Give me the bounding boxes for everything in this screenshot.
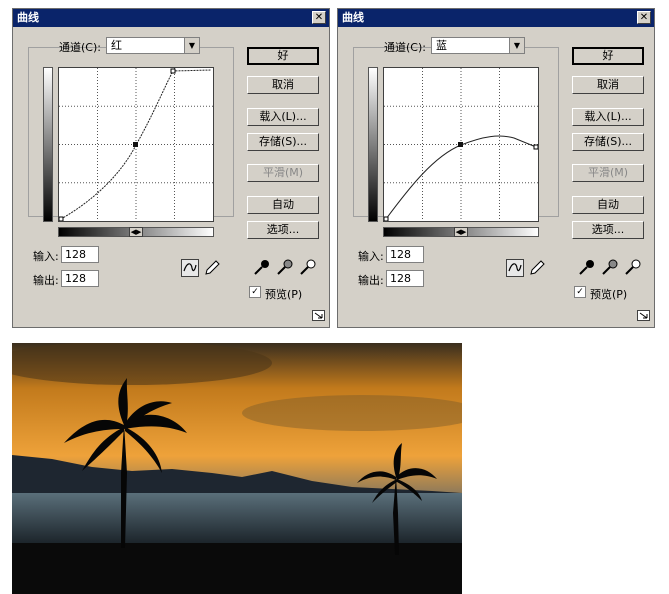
resize-icon[interactable]	[312, 310, 325, 321]
curves-dialog-blue: 曲线 ✕ 通道(C): 蓝 ▼ ◀▶ 输入: 128 输出: 128 好 取消 …	[337, 8, 655, 328]
preview-checkbox[interactable]: ✓	[249, 286, 261, 298]
curve-point[interactable]	[170, 68, 176, 74]
channel-label: 通道(C):	[59, 41, 101, 54]
dialog-title: 曲线	[342, 11, 364, 24]
output-gradient-bar	[43, 67, 53, 222]
curve-tool-glyph	[183, 263, 197, 272]
black-eyedropper-icon[interactable]	[253, 258, 271, 276]
save-button[interactable]: 存储(S)...	[247, 133, 319, 151]
curve-point[interactable]	[533, 144, 538, 150]
input-label: 输入:	[358, 250, 384, 263]
curve-tool-icon[interactable]	[181, 259, 199, 277]
resize-icon[interactable]	[637, 310, 650, 321]
close-icon[interactable]: ✕	[312, 11, 326, 24]
dialog-title-bar[interactable]: 曲线 ✕	[338, 9, 654, 27]
curve-point[interactable]	[458, 142, 463, 147]
preview-checkbox[interactable]: ✓	[574, 286, 586, 298]
curve-tool-glyph	[508, 263, 522, 272]
gray-eyedropper-icon[interactable]	[276, 258, 294, 276]
channel-select[interactable]: 蓝 ▼	[431, 37, 525, 54]
pencil-tool-icon[interactable]	[203, 259, 221, 277]
ok-button[interactable]: 好	[572, 47, 644, 65]
gray-eyedropper-icon[interactable]	[601, 258, 619, 276]
curves-dialog-red: 曲线 ✕ 通道(C): 红 ▼ ◀▶ 输入: 128 输出: 128 好 取消 …	[12, 8, 330, 328]
save-button[interactable]: 存储(S)...	[572, 133, 644, 151]
cancel-button[interactable]: 取消	[572, 76, 644, 94]
smooth-button[interactable]: 平滑(M)	[247, 164, 319, 182]
output-field[interactable]: 128	[61, 270, 99, 287]
dialog-title-bar[interactable]: 曲线 ✕	[13, 9, 329, 27]
pencil-tool-glyph	[205, 260, 220, 275]
pencil-tool-glyph	[530, 260, 545, 275]
white-eyedropper-icon[interactable]	[299, 258, 317, 276]
curve-point[interactable]	[384, 216, 389, 221]
auto-button[interactable]: 自动	[247, 196, 319, 214]
output-gradient-bar	[368, 67, 378, 222]
gradient-toggle-button[interactable]: ◀▶	[454, 227, 468, 237]
auto-button[interactable]: 自动	[572, 196, 644, 214]
curve-graph[interactable]	[383, 67, 539, 222]
dialog-title: 曲线	[17, 11, 39, 24]
options-button[interactable]: 选项...	[247, 221, 319, 239]
load-button[interactable]: 载入(L)...	[247, 108, 319, 126]
preview-label: 预览(P)	[590, 288, 628, 301]
black-eyedropper-icon[interactable]	[578, 258, 596, 276]
output-label: 输出:	[358, 274, 384, 287]
input-field[interactable]: 128	[386, 246, 424, 263]
input-field[interactable]: 128	[61, 246, 99, 263]
ok-button[interactable]: 好	[247, 47, 319, 65]
close-icon[interactable]: ✕	[637, 11, 651, 24]
preview-label: 预览(P)	[265, 288, 303, 301]
options-button[interactable]: 选项...	[572, 221, 644, 239]
input-label: 输入:	[33, 250, 59, 263]
chevron-down-icon[interactable]: ▼	[184, 38, 199, 53]
output-field[interactable]: 128	[386, 270, 424, 287]
white-eyedropper-icon[interactable]	[624, 258, 642, 276]
output-label: 输出:	[33, 274, 59, 287]
load-button[interactable]: 载入(L)...	[572, 108, 644, 126]
curve-tool-icon[interactable]	[506, 259, 524, 277]
smooth-button[interactable]: 平滑(M)	[572, 164, 644, 182]
photo-beach	[12, 543, 462, 594]
pencil-tool-icon[interactable]	[528, 259, 546, 277]
channel-label: 通道(C):	[384, 41, 426, 54]
curve-point[interactable]	[59, 216, 64, 221]
curve-graph[interactable]	[58, 67, 214, 222]
chevron-down-icon[interactable]: ▼	[509, 38, 524, 53]
gradient-toggle-button[interactable]: ◀▶	[129, 227, 143, 237]
curve-graph-svg	[384, 68, 538, 221]
result-photo	[12, 343, 462, 594]
channel-select-value: 蓝	[436, 39, 447, 52]
curve-graph-svg	[59, 68, 213, 221]
cancel-button[interactable]: 取消	[247, 76, 319, 94]
channel-select-value: 红	[111, 39, 122, 52]
channel-select[interactable]: 红 ▼	[106, 37, 200, 54]
curve-point[interactable]	[133, 142, 138, 147]
